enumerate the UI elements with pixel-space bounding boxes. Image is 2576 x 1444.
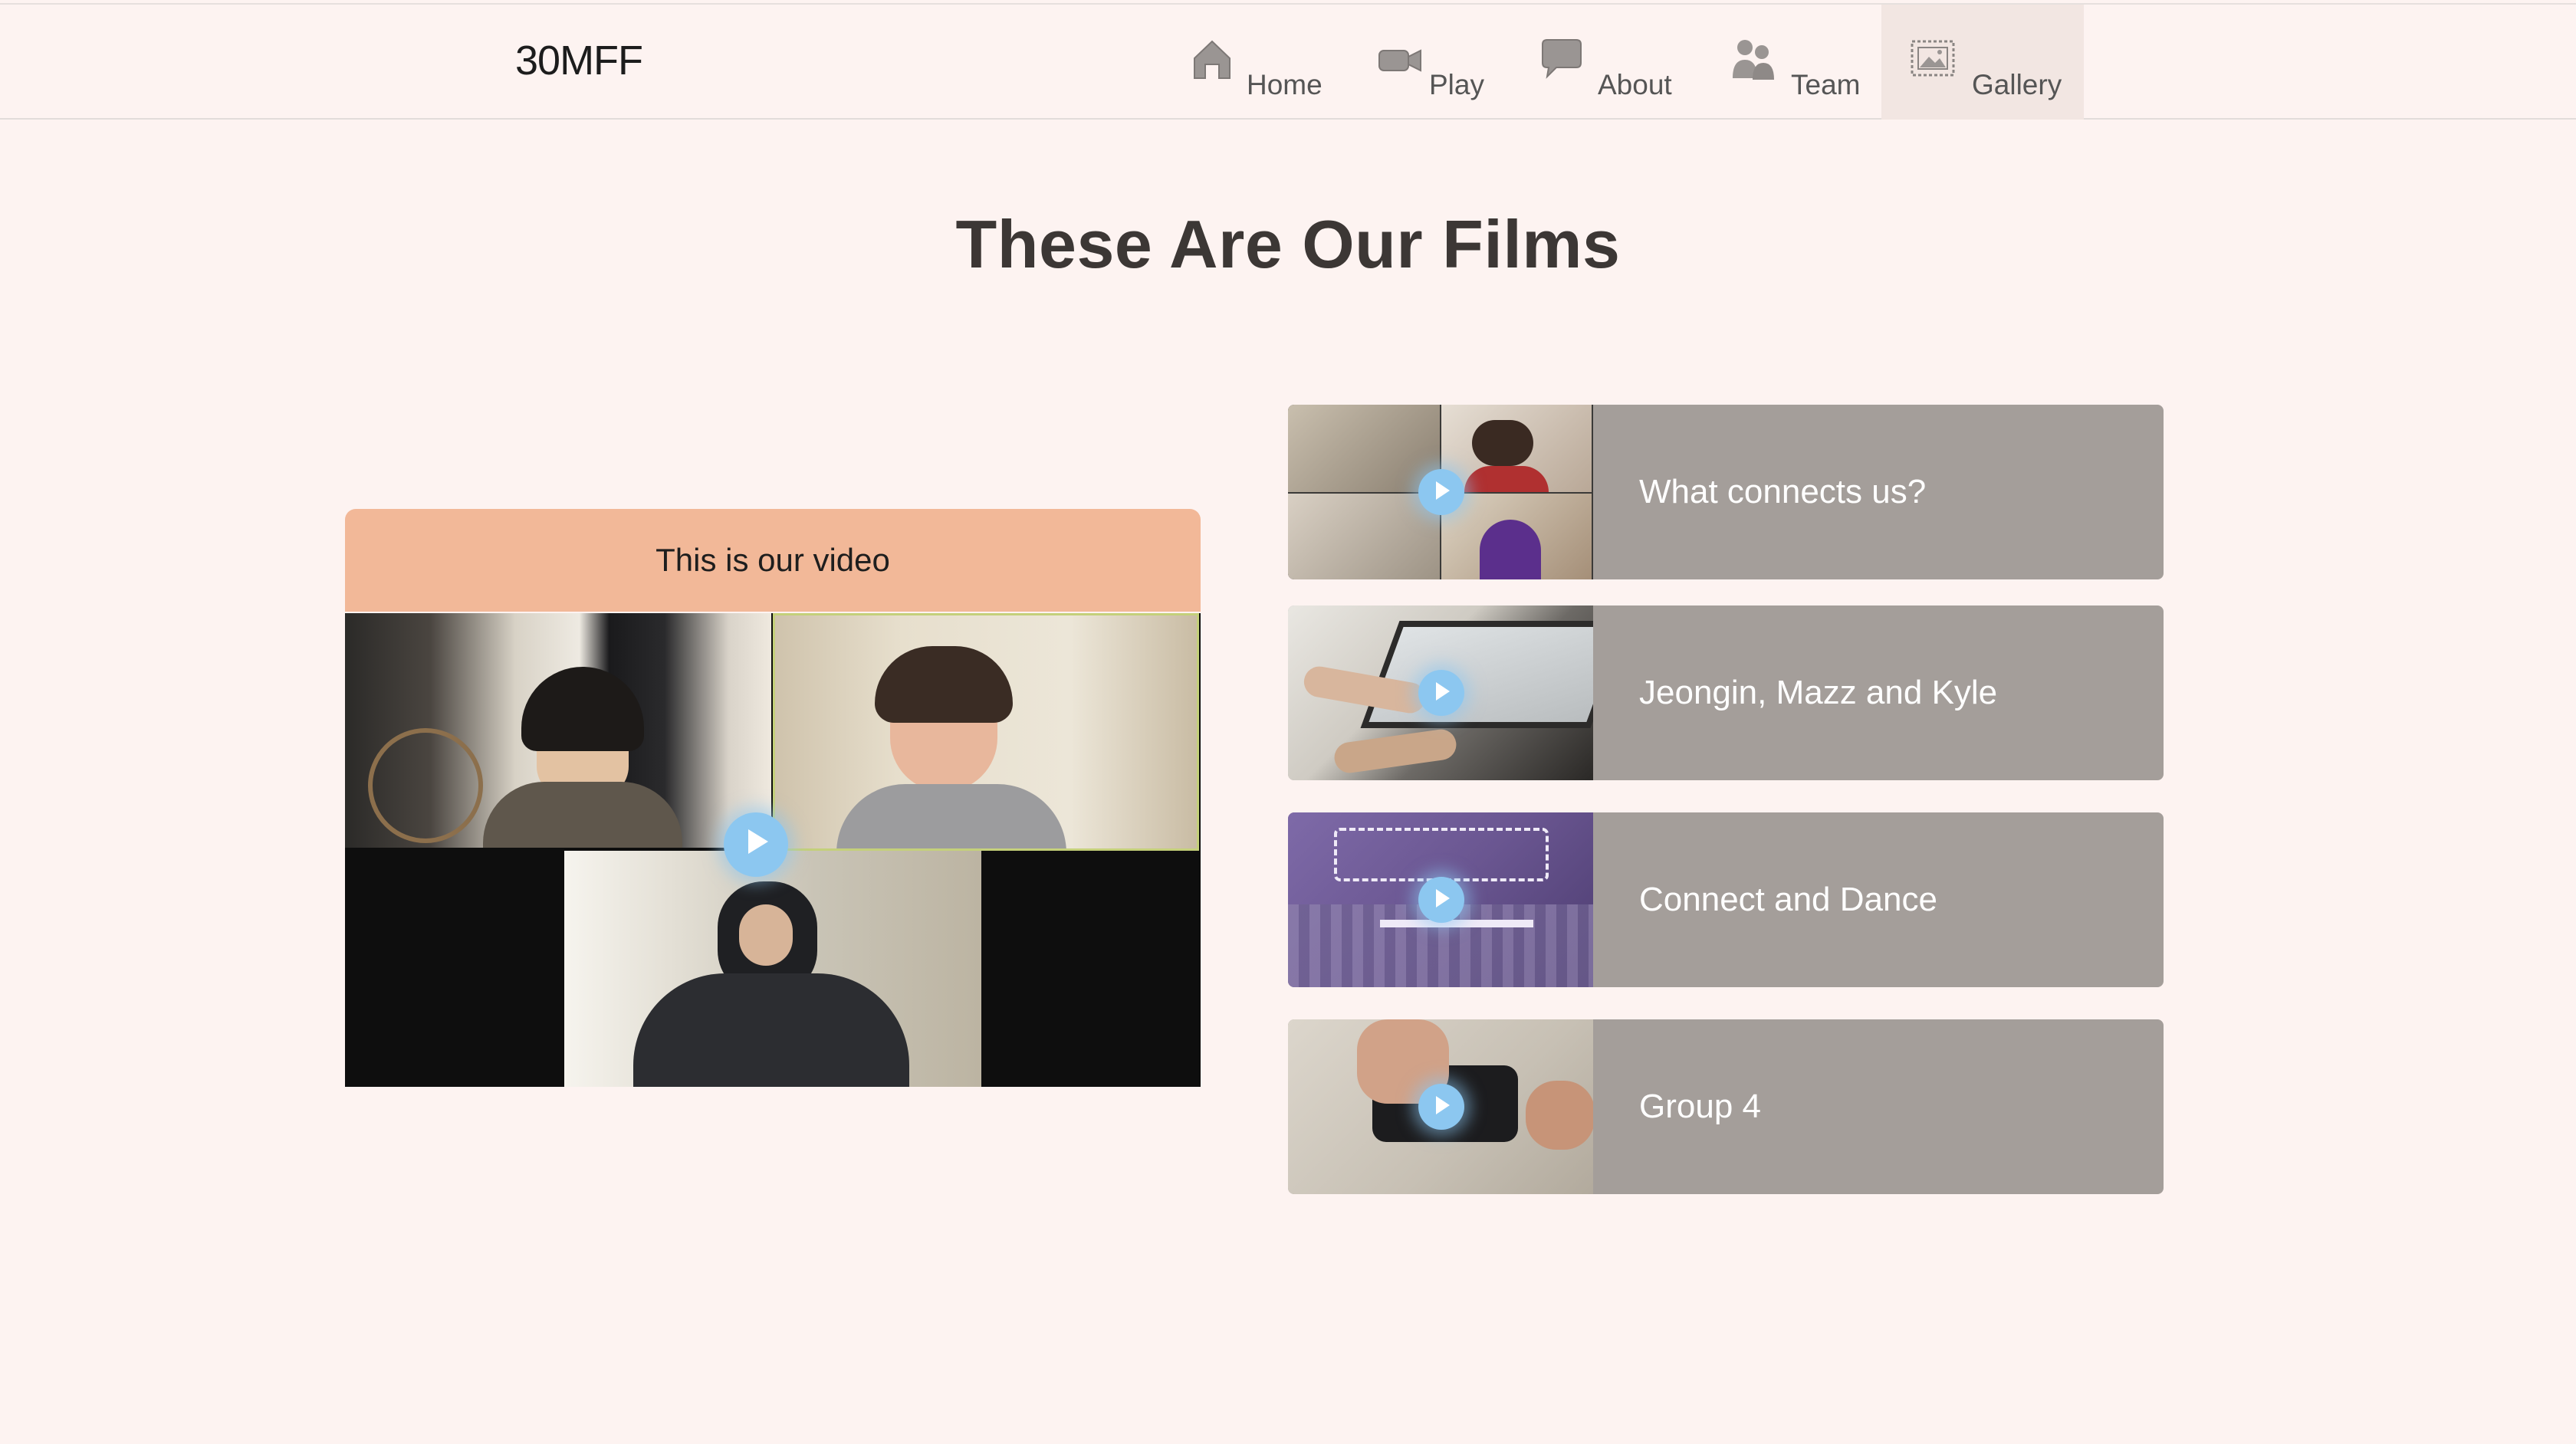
video-tile xyxy=(773,613,1199,851)
brand-logo[interactable]: 30MFF xyxy=(515,37,643,84)
nav-item-team[interactable]: Team xyxy=(1725,5,1871,120)
play-button-icon[interactable] xyxy=(1418,877,1464,923)
nav-label-gallery: Gallery xyxy=(1972,69,2062,100)
play-button-icon[interactable] xyxy=(1418,1084,1464,1130)
play-button-icon[interactable] xyxy=(1418,670,1464,716)
nav-label-home: Home xyxy=(1247,69,1322,100)
nav-label-team: Team xyxy=(1791,69,1861,100)
film-title: Connect and Dance xyxy=(1639,881,1937,918)
video-tile xyxy=(564,851,981,1087)
film-title: Jeongin, Mazz and Kyle xyxy=(1639,674,1998,711)
film-title: Group 4 xyxy=(1639,1088,1761,1125)
nav-item-about[interactable]: About xyxy=(1533,5,1687,120)
nav-item-gallery[interactable]: Gallery xyxy=(1881,5,2084,120)
play-button-icon[interactable] xyxy=(1418,469,1464,515)
nav-label-play: Play xyxy=(1429,69,1484,100)
film-card[interactable]: What connects us? xyxy=(1288,405,2164,579)
chat-bubble-icon xyxy=(1542,39,1582,79)
film-card[interactable]: Jeongin, Mazz and Kyle xyxy=(1288,605,2164,780)
home-icon xyxy=(1194,40,1230,79)
site-header: 30MFF Home Play About Team Gallery xyxy=(0,3,2576,120)
featured-video-player[interactable] xyxy=(345,613,1201,1087)
film-card[interactable]: Connect and Dance xyxy=(1288,812,2164,987)
film-card[interactable]: Group 4 xyxy=(1288,1019,2164,1194)
nav-item-play[interactable]: Play xyxy=(1372,5,1510,120)
nav-label-about: About xyxy=(1598,69,1672,100)
camera-icon xyxy=(1378,49,1421,72)
film-title: What connects us? xyxy=(1639,473,1927,510)
nav-item-home[interactable]: Home xyxy=(1181,5,1334,120)
video-tile xyxy=(345,613,771,848)
people-icon xyxy=(1733,40,1774,80)
play-button-icon[interactable] xyxy=(724,812,788,877)
featured-video-label: This is our video xyxy=(345,509,1201,612)
picture-frame-icon xyxy=(1911,40,1955,77)
page-title: These Are Our Films xyxy=(955,206,1621,282)
